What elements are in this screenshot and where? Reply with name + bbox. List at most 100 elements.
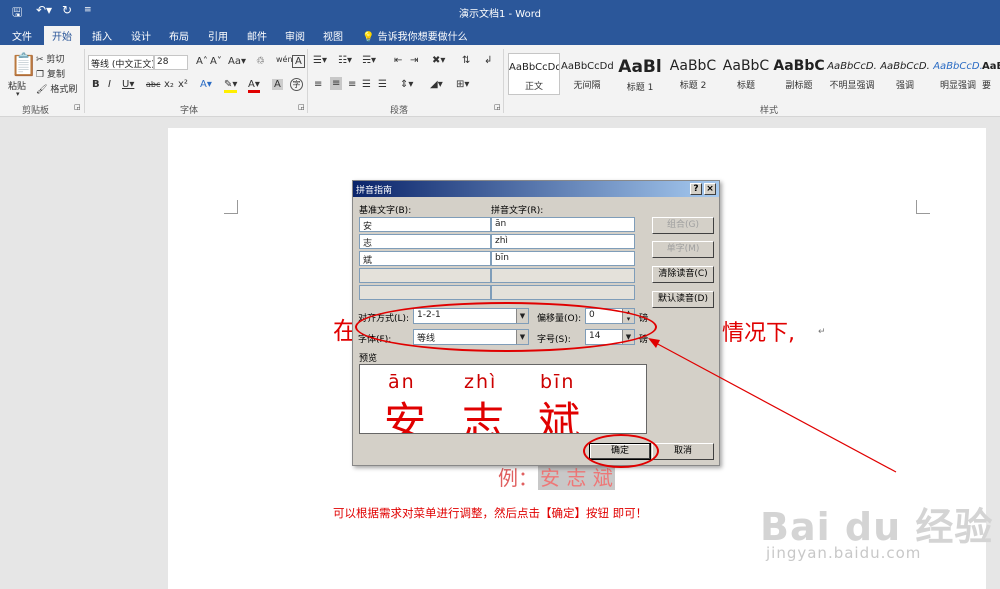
line-spacing-icon[interactable]: ⇕▾ xyxy=(400,79,413,90)
justify-icon[interactable]: ☰ xyxy=(362,79,371,90)
style-no-spacing[interactable]: AaBbCcDd 无间隔 xyxy=(561,53,613,95)
paragraph-launcher-icon[interactable]: ◲ xyxy=(494,103,501,111)
format-painter-label: 格式刷 xyxy=(50,85,78,95)
chinese-layout-icon[interactable]: ✖▾ xyxy=(432,55,445,66)
font-name-combo[interactable]: 等线 (中文正文) xyxy=(88,55,154,70)
instruction-text: 可以根据需求对菜单进行调整，然后点击【确定】按钮 即可！ xyxy=(333,506,648,520)
style-heading1[interactable]: AaBl 标题 1 xyxy=(614,53,666,95)
bullets-icon[interactable]: ☰▾ xyxy=(313,55,327,66)
style-sample: AaBbCcD. xyxy=(933,61,983,72)
grow-font-icon[interactable]: A˄ xyxy=(196,56,208,67)
ruby-text-field[interactable] xyxy=(491,285,635,300)
font-launcher-icon[interactable]: ◲ xyxy=(298,103,305,111)
tab-references[interactable]: 引用 xyxy=(208,28,228,43)
style-sample: AaBbCcDd xyxy=(509,62,559,73)
close-button[interactable]: × xyxy=(704,183,716,195)
copy-button[interactable]: ❐ 复制 xyxy=(36,67,65,80)
ribbon-tabs: 文件 开始 插入 设计 布局 引用 邮件 审阅 视图 💡 告诉我你想要做什么 xyxy=(0,24,1000,45)
mono-button[interactable]: 单字(M) xyxy=(652,241,714,258)
multilevel-list-icon[interactable]: ☴▾ xyxy=(362,55,376,66)
tell-me-box[interactable]: 💡 告诉我你想要做什么 xyxy=(362,28,468,43)
distributed-icon[interactable]: ☰ xyxy=(378,79,387,90)
style-name: 不明显强调 xyxy=(829,81,875,91)
subscript-icon[interactable]: x₂ xyxy=(164,79,174,90)
preview-char: 安 xyxy=(384,398,427,434)
change-case-icon[interactable]: Aa▾ xyxy=(228,56,246,67)
numbering-icon[interactable]: ☷▾ xyxy=(338,55,352,66)
tab-view[interactable]: 视图 xyxy=(323,28,343,43)
style-subtitle[interactable]: AaBbC 副标题 xyxy=(773,53,825,95)
font-color-icon[interactable]: A▾ xyxy=(248,79,260,93)
style-normal[interactable]: AaBbCcDd 正文 xyxy=(508,53,560,95)
style-intense-emphasis[interactable]: AaBbCcD. 明显强调 xyxy=(932,53,984,95)
ruby-text-field[interactable] xyxy=(491,268,635,283)
char-border-icon[interactable]: A xyxy=(292,55,305,68)
style-title[interactable]: AaBbC 标题 xyxy=(720,53,772,95)
tab-design[interactable]: 设计 xyxy=(131,28,151,43)
align-right-icon[interactable]: ≡ xyxy=(348,79,356,90)
align-center-icon[interactable]: ≡ xyxy=(330,77,343,90)
base-text-field[interactable]: 志 xyxy=(359,234,491,249)
enclose-char-icon[interactable]: 字 xyxy=(290,78,303,91)
ruby-text-label: 拼音文字(R): xyxy=(491,206,544,216)
style-name: 正文 xyxy=(524,82,543,92)
help-button[interactable]: ? xyxy=(690,183,702,195)
default-reading-button[interactable]: 默认读音(D) xyxy=(652,291,714,308)
base-text-field[interactable]: 斌 xyxy=(359,251,491,266)
clear-reading-button[interactable]: 清除读音(C) xyxy=(652,266,714,283)
phonetic-guide-icon[interactable]: wén xyxy=(276,55,293,64)
shading-icon[interactable]: ◢▾ xyxy=(430,79,443,90)
tab-mailings[interactable]: 邮件 xyxy=(247,28,267,43)
tab-home[interactable]: 开始 xyxy=(44,26,80,45)
group-button[interactable]: 组合(G) xyxy=(652,217,714,234)
font-size-value: 28 xyxy=(157,57,169,67)
style-sample: AaBl xyxy=(618,57,662,77)
paste-icon[interactable]: 📋 xyxy=(10,53,37,78)
font-size-combo[interactable]: 28 xyxy=(154,55,188,70)
bold-icon[interactable]: B xyxy=(92,79,100,90)
font-name-value: 等线 (中文正文) xyxy=(91,60,154,70)
watermark-url: jingyan.baidu.com xyxy=(766,544,922,562)
tab-insert[interactable]: 插入 xyxy=(92,28,112,43)
borders-icon[interactable]: ⊞▾ xyxy=(456,79,469,90)
sort-icon[interactable]: ⇅ xyxy=(462,55,470,66)
italic-icon[interactable]: I xyxy=(108,79,111,90)
underline-icon[interactable]: U▾ xyxy=(122,79,134,90)
increase-indent-icon[interactable]: ⇥ xyxy=(410,55,418,66)
clipboard-launcher-icon[interactable]: ◲ xyxy=(74,103,81,111)
shrink-font-icon[interactable]: A˅ xyxy=(210,56,222,67)
tell-me-text: 告诉我你想要做什么 xyxy=(377,32,468,43)
format-painter-button[interactable]: 🖌 格式刷 xyxy=(36,82,77,95)
tab-file[interactable]: 文件 xyxy=(12,28,32,43)
cut-button[interactable]: ✂ 剪切 xyxy=(36,52,64,65)
base-text-field[interactable]: 安 xyxy=(359,217,491,232)
tab-review[interactable]: 审阅 xyxy=(285,28,305,43)
style-heading2[interactable]: AaBbC 标题 2 xyxy=(667,53,719,95)
style-strong[interactable]: AaB 要 xyxy=(982,53,1000,95)
align-left-icon[interactable]: ≡ xyxy=(314,79,322,90)
preview-char: 斌 xyxy=(538,398,581,434)
base-text-field[interactable] xyxy=(359,285,491,300)
strikethrough-icon[interactable]: abc xyxy=(146,80,160,89)
decrease-indent-icon[interactable]: ⇤ xyxy=(394,55,402,66)
highlight-icon[interactable]: ✎▾ xyxy=(224,79,238,93)
style-name: 强调 xyxy=(895,81,914,91)
style-sample: AaBbC xyxy=(669,58,717,74)
show-marks-icon[interactable]: ↲ xyxy=(484,55,492,66)
copy-icon: ❐ xyxy=(36,70,45,80)
superscript-icon[interactable]: x² xyxy=(178,79,188,90)
style-sample: AaBbCcD. xyxy=(827,61,877,72)
base-text-field[interactable] xyxy=(359,268,491,283)
dialog-title-bar[interactable]: 拼音指南 xyxy=(353,181,719,197)
style-sample: AaBbCcDd xyxy=(561,61,613,72)
tab-layout[interactable]: 布局 xyxy=(169,28,189,43)
clear-format-icon[interactable]: ♲ xyxy=(256,56,265,67)
text-effects-icon[interactable]: A▾ xyxy=(200,79,212,90)
style-emphasis[interactable]: AaBbCcD. 强调 xyxy=(879,53,931,95)
char-shading-icon[interactable]: A xyxy=(272,79,283,90)
ruby-text-field[interactable]: ān xyxy=(491,217,635,232)
paste-dropdown-icon[interactable]: ▾ xyxy=(16,90,20,98)
ruby-text-field[interactable]: bīn xyxy=(491,251,635,266)
style-subtle-emphasis[interactable]: AaBbCcD. 不明显强调 xyxy=(826,53,878,95)
ruby-text-field[interactable]: zhì xyxy=(491,234,635,249)
